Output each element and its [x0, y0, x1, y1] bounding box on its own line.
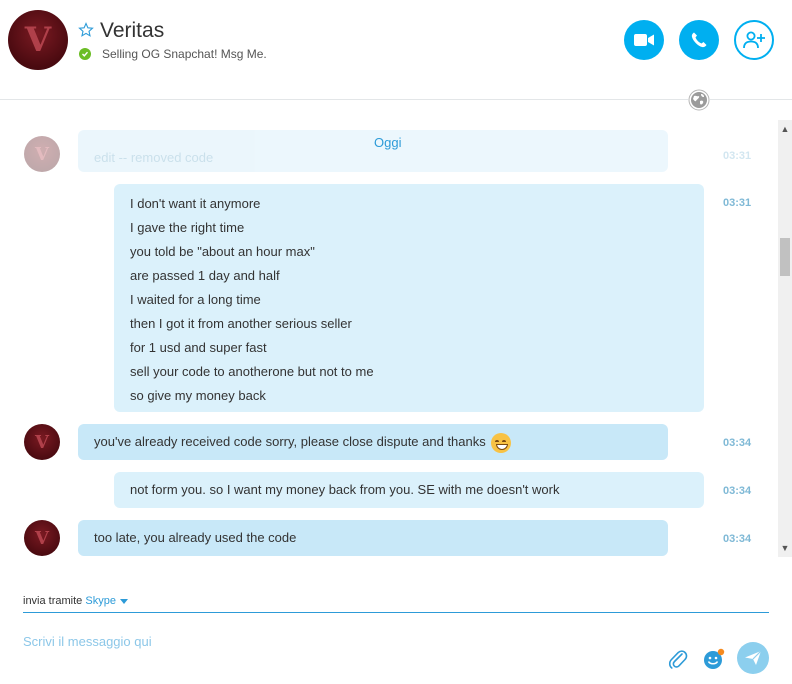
- globe-icon[interactable]: [688, 89, 710, 111]
- send-button[interactable]: [737, 642, 769, 674]
- message-avatar[interactable]: V: [24, 424, 60, 460]
- message-avatar[interactable]: V: [24, 520, 60, 556]
- scroll-thumb[interactable]: [780, 238, 790, 276]
- conversation-header: V Veritas Selling OG Snapchat! Msg Me.: [0, 0, 792, 100]
- message-time: 03:34: [723, 533, 752, 545]
- contact-name: Veritas: [100, 19, 165, 42]
- message-line: so give my money back: [130, 388, 266, 403]
- contact-avatar[interactable]: V: [8, 10, 68, 70]
- message-time: 03:34: [723, 485, 752, 497]
- scroll-up-icon[interactable]: ▲: [778, 122, 792, 136]
- message-line: are passed 1 day and half: [130, 268, 280, 283]
- message-line: sell your code to anotherone but not to …: [130, 364, 374, 379]
- audio-call-button[interactable]: [679, 20, 719, 60]
- message-line: I gave the right time: [130, 220, 245, 235]
- chat-scrollbar[interactable]: ▲ ▼: [778, 120, 792, 557]
- message-time: 03:31: [723, 150, 752, 162]
- message-line: I don't want it anymore: [130, 196, 261, 211]
- send-via-selector[interactable]: invia tramite Skype: [23, 595, 128, 607]
- avatar-letter: V: [24, 20, 52, 60]
- video-call-button[interactable]: [624, 20, 664, 60]
- video-call-icon: [634, 34, 654, 46]
- chevron-down-icon[interactable]: [119, 598, 128, 604]
- online-status-icon: [79, 48, 91, 60]
- message-history[interactable]: V edit -- removed code 03:31 Oggi I don'…: [0, 120, 778, 557]
- add-contact-icon: [743, 31, 765, 49]
- header-divider: [0, 99, 792, 100]
- day-separator: Oggi: [374, 135, 402, 150]
- message-line: then I got it from another serious selle…: [130, 316, 352, 331]
- attach-icon[interactable]: [668, 648, 688, 670]
- message-time: 03:34: [723, 437, 752, 449]
- emoticon-icon[interactable]: [702, 647, 726, 671]
- audio-call-icon: [691, 32, 707, 48]
- message-line: for 1 usd and super fast: [130, 340, 267, 355]
- mood-message: Selling OG Snapchat! Msg Me.: [102, 47, 267, 61]
- message-input[interactable]: [23, 628, 643, 654]
- message-text: edit -- removed code: [94, 150, 214, 165]
- message-time: 03:31: [723, 197, 752, 209]
- add-contact-button[interactable]: [734, 20, 774, 60]
- message-text: you've already received code sorry, plea…: [94, 434, 486, 449]
- message-line: I waited for a long time: [130, 292, 261, 307]
- message-line: you told be "about an hour max": [130, 244, 315, 259]
- message-bubble-incoming: you've already received code sorry, plea…: [78, 424, 668, 460]
- send-via-service[interactable]: Skype: [85, 595, 116, 607]
- message-text: not form you. so I want my money back fr…: [130, 482, 560, 497]
- grinning-emoji-icon: [491, 432, 512, 453]
- compose-divider: [23, 612, 769, 613]
- scroll-down-icon[interactable]: ▼: [778, 541, 792, 555]
- message-text: too late, you already used the code: [94, 530, 297, 545]
- message-bubble-outgoing: I don't want it anymore I gave the right…: [114, 184, 704, 412]
- message-bubble-incoming: too late, you already used the code: [78, 520, 668, 556]
- message-bubble: edit -- removed code: [78, 130, 668, 172]
- star-icon[interactable]: [78, 22, 94, 38]
- message-avatar: V: [24, 136, 60, 172]
- message-bubble-outgoing: not form you. so I want my money back fr…: [114, 472, 704, 508]
- send-icon: [745, 650, 762, 665]
- send-via-label: invia tramite: [23, 595, 83, 607]
